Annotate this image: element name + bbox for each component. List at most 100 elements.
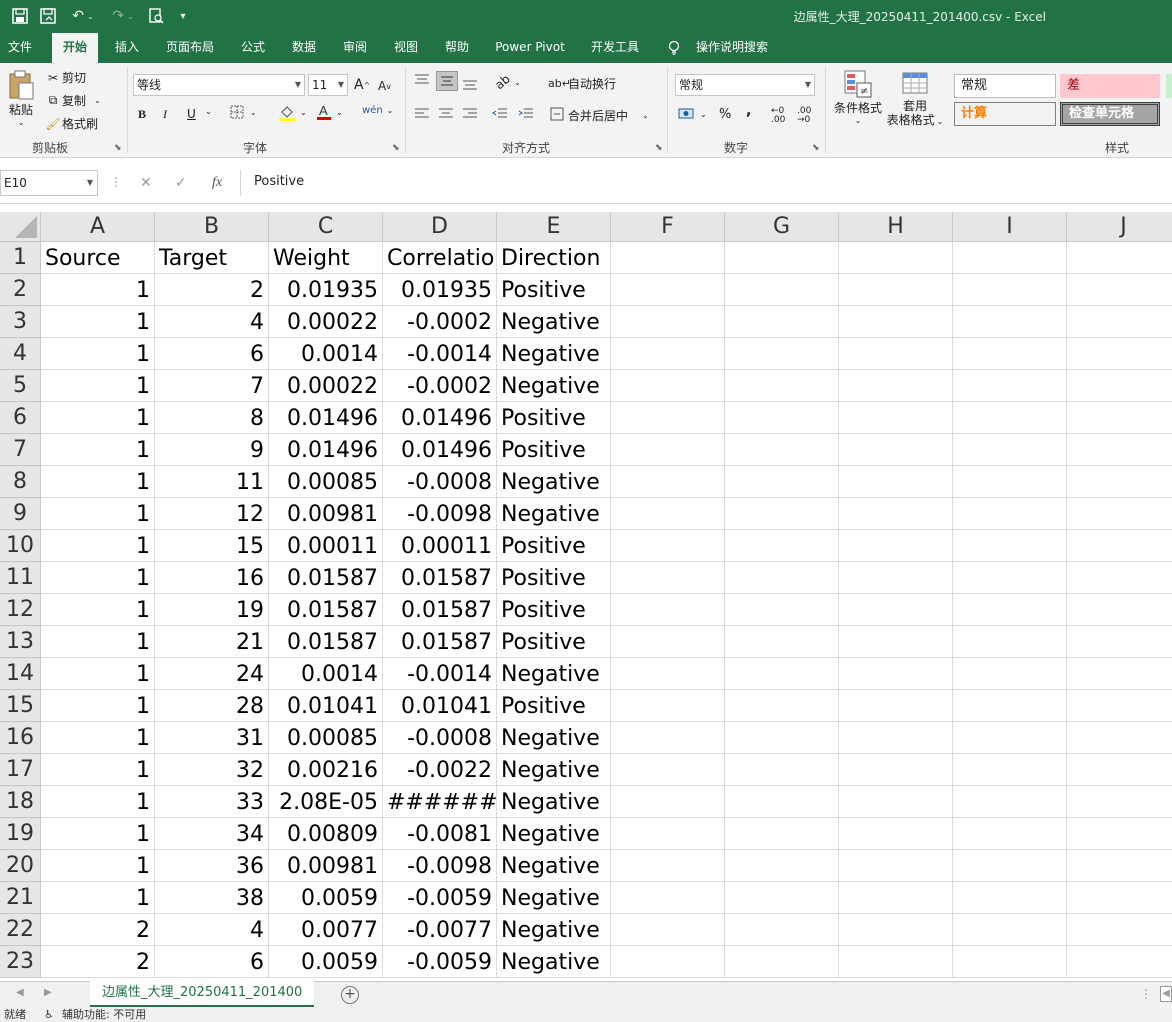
increase-indent-icon[interactable] <box>518 107 534 121</box>
cell-j12[interactable] <box>1067 594 1172 626</box>
column-header-d[interactable]: D <box>383 212 497 242</box>
cell-j7[interactable] <box>1067 434 1172 466</box>
row-header[interactable]: 14 <box>0 658 41 690</box>
cell-a6[interactable]: 1 <box>41 402 155 434</box>
accessibility-icon[interactable]: ♿ <box>44 1008 54 1022</box>
cell-a5[interactable]: 1 <box>41 370 155 402</box>
cell-a14[interactable]: 1 <box>41 658 155 690</box>
cell-f9[interactable] <box>611 498 725 530</box>
select-all-button[interactable] <box>0 212 41 242</box>
cell-h4[interactable] <box>839 338 953 370</box>
cell-b21[interactable]: 38 <box>155 882 269 914</box>
cell-a11[interactable]: 1 <box>41 562 155 594</box>
cell-g19[interactable] <box>725 818 839 850</box>
cell-b3[interactable]: 4 <box>155 306 269 338</box>
cell-h5[interactable] <box>839 370 953 402</box>
cell-j14[interactable] <box>1067 658 1172 690</box>
cell-c5[interactable]: 0.00022 <box>269 370 383 402</box>
cell-g15[interactable] <box>725 690 839 722</box>
cell-g18[interactable] <box>725 786 839 818</box>
cell-f11[interactable] <box>611 562 725 594</box>
cell-i22[interactable] <box>953 914 1067 946</box>
cell-i16[interactable] <box>953 722 1067 754</box>
cell-f16[interactable] <box>611 722 725 754</box>
cell-j1[interactable] <box>1067 242 1172 274</box>
cell-j15[interactable] <box>1067 690 1172 722</box>
cell-a12[interactable]: 1 <box>41 594 155 626</box>
cell-i15[interactable] <box>953 690 1067 722</box>
insert-function-icon[interactable]: fx <box>212 175 222 191</box>
tab-data[interactable]: 数据 <box>285 33 323 63</box>
phonetic-icon[interactable]: wén ⌄ <box>362 105 393 116</box>
cell-f22[interactable] <box>611 914 725 946</box>
cell-a13[interactable]: 1 <box>41 626 155 658</box>
increase-font-icon[interactable]: A ^ <box>354 77 370 93</box>
cell-e20[interactable]: Negative <box>497 850 611 882</box>
cell-c8[interactable]: 0.00085 <box>269 466 383 498</box>
cell-g14[interactable] <box>725 658 839 690</box>
cell-d11[interactable]: 0.01587 <box>383 562 497 594</box>
cell-b9[interactable]: 12 <box>155 498 269 530</box>
align-center-icon[interactable] <box>438 107 454 121</box>
column-header-h[interactable]: H <box>839 212 953 242</box>
cell-j13[interactable] <box>1067 626 1172 658</box>
cell-h7[interactable] <box>839 434 953 466</box>
cell-f3[interactable] <box>611 306 725 338</box>
cell-e6[interactable]: Positive <box>497 402 611 434</box>
cell-h13[interactable] <box>839 626 953 658</box>
cell-e19[interactable]: Negative <box>497 818 611 850</box>
cell-b17[interactable]: 32 <box>155 754 269 786</box>
cell-d18[interactable]: ###### <box>383 786 497 818</box>
cell-j4[interactable] <box>1067 338 1172 370</box>
align-bottom-icon[interactable] <box>462 77 478 91</box>
align-right-icon[interactable] <box>462 107 478 121</box>
cell-a10[interactable]: 1 <box>41 530 155 562</box>
cell-a22[interactable]: 2 <box>41 914 155 946</box>
undo-icon[interactable]: ↶ ⌄ <box>68 6 98 26</box>
cell-a19[interactable]: 1 <box>41 818 155 850</box>
cell-a7[interactable]: 1 <box>41 434 155 466</box>
row-header[interactable]: 6 <box>0 402 41 434</box>
italic-button[interactable]: I <box>163 107 167 122</box>
cell-f7[interactable] <box>611 434 725 466</box>
cell-c9[interactable]: 0.00981 <box>269 498 383 530</box>
cancel-icon[interactable]: ✕ <box>140 175 152 191</box>
row-header[interactable]: 10 <box>0 530 41 562</box>
row-header[interactable]: 4 <box>0 338 41 370</box>
cell-d14[interactable]: -0.0014 <box>383 658 497 690</box>
cell-e9[interactable]: Negative <box>497 498 611 530</box>
row-header[interactable]: 13 <box>0 626 41 658</box>
tab-view[interactable]: 视图 <box>387 33 425 63</box>
cell-f15[interactable] <box>611 690 725 722</box>
cell-f21[interactable] <box>611 882 725 914</box>
row-header[interactable]: 22 <box>0 914 41 946</box>
decrease-font-icon[interactable]: Av <box>378 79 391 93</box>
cell-i11[interactable] <box>953 562 1067 594</box>
launcher-icon[interactable]: ⬊ <box>392 143 400 153</box>
cell-g21[interactable] <box>725 882 839 914</box>
cell-e17[interactable]: Negative <box>497 754 611 786</box>
cell-i14[interactable] <box>953 658 1067 690</box>
confirm-icon[interactable]: ✓ <box>175 175 187 191</box>
column-header-a[interactable]: A <box>41 212 155 242</box>
cell-g17[interactable] <box>725 754 839 786</box>
row-header[interactable]: 5 <box>0 370 41 402</box>
tab-review[interactable]: 审阅 <box>336 33 374 63</box>
cell-a3[interactable]: 1 <box>41 306 155 338</box>
cell-d17[interactable]: -0.0022 <box>383 754 497 786</box>
column-header-f[interactable]: F <box>611 212 725 242</box>
cell-a2[interactable]: 1 <box>41 274 155 306</box>
cell-i20[interactable] <box>953 850 1067 882</box>
cell-h18[interactable] <box>839 786 953 818</box>
print-preview-icon[interactable] <box>146 6 166 26</box>
column-header-i[interactable]: I <box>953 212 1067 242</box>
cell-i5[interactable] <box>953 370 1067 402</box>
cell-c7[interactable]: 0.01496 <box>269 434 383 466</box>
cell-d22[interactable]: -0.0077 <box>383 914 497 946</box>
cell-c23[interactable]: 0.0059 <box>269 946 383 978</box>
comma-button[interactable]: , <box>746 103 751 119</box>
cell-c2[interactable]: 0.01935 <box>269 274 383 306</box>
customize-icon[interactable]: ▾ <box>176 6 190 26</box>
cell-g10[interactable] <box>725 530 839 562</box>
cell-g8[interactable] <box>725 466 839 498</box>
